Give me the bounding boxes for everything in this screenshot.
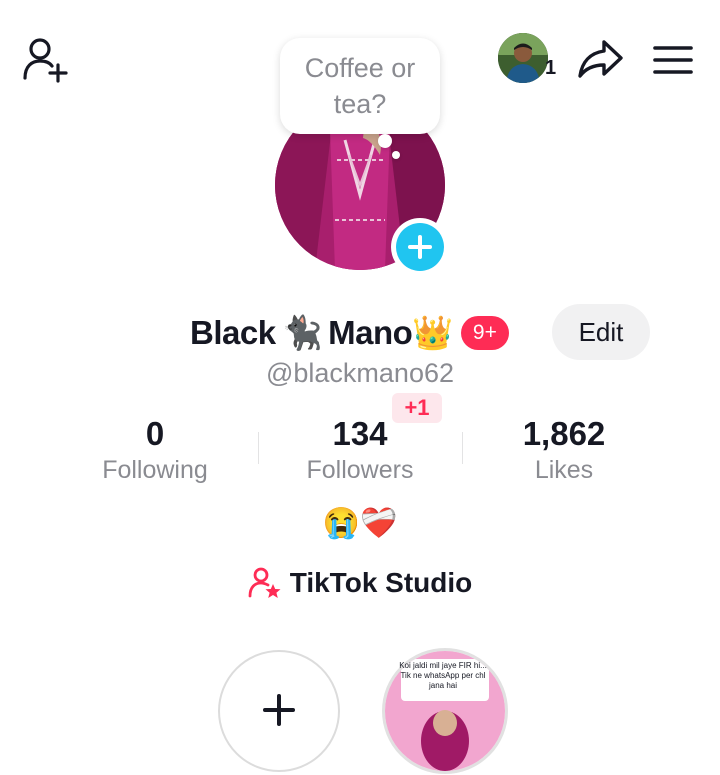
- person-star-icon: [248, 567, 281, 598]
- add-profile-photo-button[interactable]: [391, 218, 449, 276]
- display-name-part: Mano: [328, 314, 413, 351]
- followers-count: 134: [332, 415, 388, 452]
- following-label: Following: [102, 456, 208, 484]
- display-name-part: Black: [190, 314, 276, 351]
- likes-label: Likes: [534, 456, 594, 484]
- plus-icon: [396, 223, 444, 271]
- likes-stat[interactable]: 1,862 Likes: [464, 414, 664, 486]
- avatar-image: [498, 33, 548, 83]
- story-thumbnail-text: Koi jaldi mil jaye FIR hi... Tik ne what…: [399, 661, 487, 690]
- tiktok-studio-link[interactable]: TikTok Studio: [0, 566, 720, 600]
- black-cat-emoji: 🐈‍⬛: [281, 313, 323, 351]
- note-bubble[interactable]: Coffee or tea?: [280, 38, 440, 134]
- likes-count: 1,862: [522, 415, 606, 452]
- username: @blackmano62: [265, 358, 454, 388]
- notification-badge[interactable]: 9+: [460, 316, 509, 350]
- avatar-count: 1: [545, 57, 557, 79]
- tiktok-studio-label: TikTok Studio: [289, 567, 473, 598]
- bubble-tail-dot: [392, 151, 400, 159]
- followers-label: Followers: [306, 456, 414, 484]
- add-friend-icon[interactable]: [20, 36, 74, 84]
- following-count: 0: [145, 415, 165, 452]
- bio-text: 😭❤️‍🩹: [322, 507, 398, 540]
- display-name-row: Black 🐈‍⬛ Mano 👑 9+: [190, 306, 509, 360]
- edit-profile-button[interactable]: Edit: [552, 304, 650, 360]
- followers-stat[interactable]: 134 Followers: [260, 414, 460, 486]
- friends-avatar[interactable]: 1: [498, 33, 568, 85]
- share-arrow-icon[interactable]: [574, 36, 626, 82]
- following-stat[interactable]: 0 Following: [55, 414, 255, 486]
- plus-icon: [263, 694, 295, 726]
- bubble-tail-dot: [378, 134, 392, 148]
- add-story-button[interactable]: [218, 650, 340, 772]
- note-text: Coffee or tea?: [304, 53, 416, 119]
- crown-emoji: 👑: [412, 313, 453, 351]
- stat-divider: [462, 432, 463, 464]
- hamburger-menu-icon[interactable]: [650, 40, 696, 80]
- stat-divider: [258, 432, 259, 464]
